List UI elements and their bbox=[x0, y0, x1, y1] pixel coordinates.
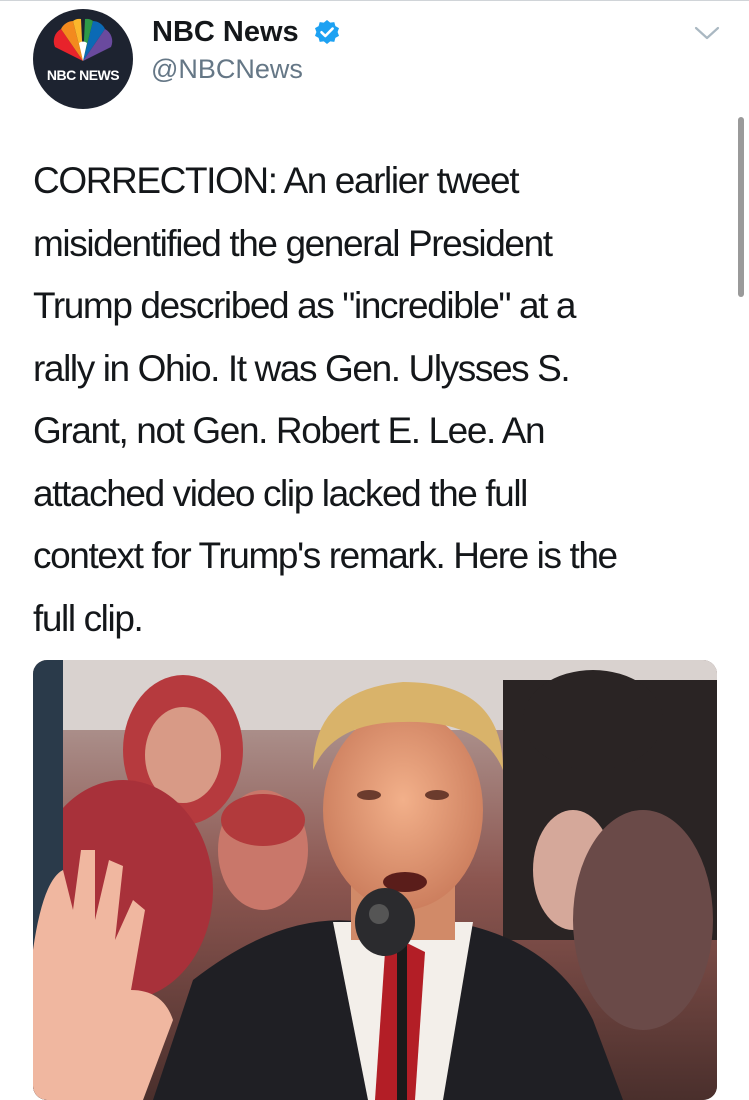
account-handle[interactable]: @NBCNews bbox=[151, 52, 303, 86]
verified-badge-icon bbox=[315, 20, 339, 44]
tweet-video[interactable] bbox=[33, 660, 717, 1100]
tweet-text: CORRECTION: An earlier tweet misidentifi… bbox=[33, 160, 618, 639]
nbc-peacock-icon bbox=[53, 18, 113, 62]
scroll-indicator bbox=[738, 117, 744, 297]
avatar[interactable]: NBC NEWS bbox=[33, 9, 133, 109]
account-name[interactable]: NBC News bbox=[152, 14, 299, 50]
video-frame-image bbox=[33, 660, 717, 1100]
chevron-down-icon[interactable] bbox=[693, 24, 721, 42]
top-divider bbox=[0, 0, 749, 1]
avatar-brand-label: NBC NEWS bbox=[46, 67, 120, 83]
